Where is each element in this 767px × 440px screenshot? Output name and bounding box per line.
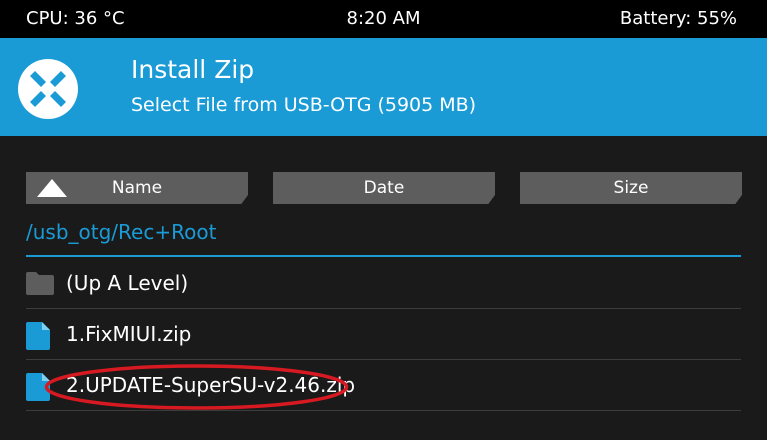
sort-by-name-button[interactable]: Name [26,172,248,204]
sort-size-label: Size [613,178,649,198]
list-item-label: (Up A Level) [66,271,189,295]
twrp-logo-icon [18,59,78,119]
folder-icon [26,272,54,295]
file-icon [26,373,50,401]
sort-name-label: Name [111,178,163,198]
sort-date-label: Date [363,178,405,198]
list-item-file[interactable]: 1.FixMIUI.zip [26,309,741,360]
path-divider [26,255,741,257]
page-title: Install Zip [131,55,255,84]
header: Install Zip Select File from USB-OTG (59… [0,38,767,136]
list-item-label: 2.UPDATE-SuperSU-v2.46.zip [66,373,356,397]
current-path: /usb_otg/Rec+Root [26,220,217,244]
battery-level: Battery: 55% [619,8,737,29]
list-item-file[interactable]: 2.UPDATE-SuperSU-v2.46.zip [26,360,741,411]
sort-by-date-button[interactable]: Date [273,172,495,204]
triangle-up-icon [37,179,67,197]
status-bar: CPU: 36 °C 8:20 AM Battery: 55% [0,0,767,38]
list-item-label: 1.FixMIUI.zip [66,322,192,346]
list-item-up-a-level[interactable]: (Up A Level) [26,258,741,309]
page-subtitle: Select File from USB-OTG (5905 MB) [131,94,477,116]
file-icon [26,322,50,350]
sort-by-size-button[interactable]: Size [520,172,742,204]
